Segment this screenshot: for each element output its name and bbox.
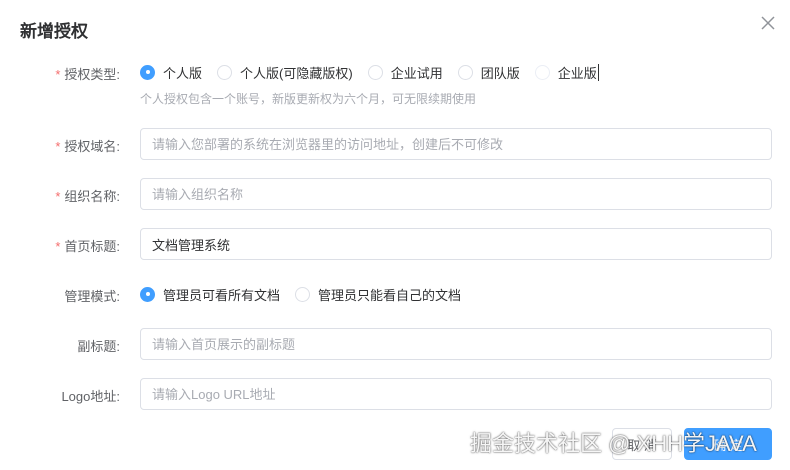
license-type-radio-group: 个人版 个人版(可隐藏版权) 企业试用 团队版 企业版 — [140, 62, 772, 82]
subtitle-content — [140, 328, 772, 360]
radio-circle[interactable] — [217, 64, 233, 80]
license-type-hint: 个人授权包含一个账号，新版更新权为六个月，可无限续期使用 — [140, 92, 477, 106]
required-mark: * — [55, 139, 61, 154]
radio-label: 团队版 — [480, 65, 520, 81]
home-title-content — [140, 228, 772, 260]
required-mark: * — [55, 239, 61, 254]
radio-admin-see-all[interactable]: 管理员可看所有文档 — [140, 285, 280, 304]
dialog-title: 新增授权 — [20, 22, 88, 41]
confirm-button[interactable]: 确 定 — [684, 428, 772, 460]
cancel-button[interactable]: 取 消 — [612, 428, 672, 460]
radio-enterprise[interactable]: 企业版 — [534, 63, 599, 82]
manage-mode-radio-group: 管理员可看所有文档 管理员只能看自己的文档 — [140, 284, 772, 304]
radio-enterprise-trial[interactable]: 企业试用 — [367, 63, 443, 82]
radio-label: 企业版 — [557, 65, 597, 81]
radio-label: 企业试用 — [390, 65, 443, 81]
domain-label: * 授权域名: — [55, 139, 120, 154]
manage-mode-content: 管理员可看所有文档 管理员只能看自己的文档 — [140, 284, 772, 304]
org-name-input[interactable] — [140, 178, 772, 210]
radio-personal[interactable]: 个人版 — [140, 63, 202, 82]
radio-team[interactable]: 团队版 — [457, 63, 520, 82]
home-title-input[interactable] — [140, 228, 772, 260]
radio-circle[interactable] — [367, 64, 383, 80]
radio-circle[interactable] — [295, 286, 311, 302]
logo-url-input[interactable] — [140, 378, 772, 410]
radio-label: 个人版(可隐藏版权) — [240, 65, 353, 81]
required-mark: * — [55, 189, 61, 204]
radio-circle[interactable] — [140, 286, 155, 302]
org-name-content — [140, 178, 772, 210]
subtitle-input[interactable] — [140, 328, 772, 360]
close-icon[interactable] — [759, 14, 777, 32]
subtitle-label: 副标题: — [77, 339, 120, 354]
domain-content — [140, 128, 772, 160]
radio-label: 管理员可看所有文档 — [163, 287, 281, 303]
required-mark: * — [55, 67, 61, 82]
license-type-label: * 授权类型: — [55, 67, 120, 82]
domain-input[interactable] — [140, 128, 772, 160]
logo-content — [140, 378, 772, 410]
logo-label: Logo地址: — [61, 389, 120, 404]
home-title-label: * 首页标题: — [55, 239, 120, 254]
add-license-dialog: 新增授权 * 授权类型: 个人版 个人版(可隐藏版权) 企业试用 团队版 企业版… — [0, 0, 790, 470]
license-type-content: 个人版 个人版(可隐藏版权) 企业试用 团队版 企业版 个人授权包含一个账号，新… — [140, 62, 772, 107]
radio-circle[interactable] — [534, 64, 550, 80]
radio-label: 管理员只能看自己的文档 — [318, 287, 462, 303]
radio-circle[interactable] — [140, 64, 155, 80]
radio-circle[interactable] — [457, 64, 473, 80]
radio-personal-hide-copyright[interactable]: 个人版(可隐藏版权) — [217, 63, 353, 82]
radio-label: 个人版 — [163, 65, 203, 81]
org-name-label: * 组织名称: — [55, 189, 120, 204]
radio-admin-see-own[interactable]: 管理员只能看自己的文档 — [295, 285, 461, 304]
manage-mode-label: 管理模式: — [64, 289, 120, 304]
text-cursor — [597, 63, 599, 81]
